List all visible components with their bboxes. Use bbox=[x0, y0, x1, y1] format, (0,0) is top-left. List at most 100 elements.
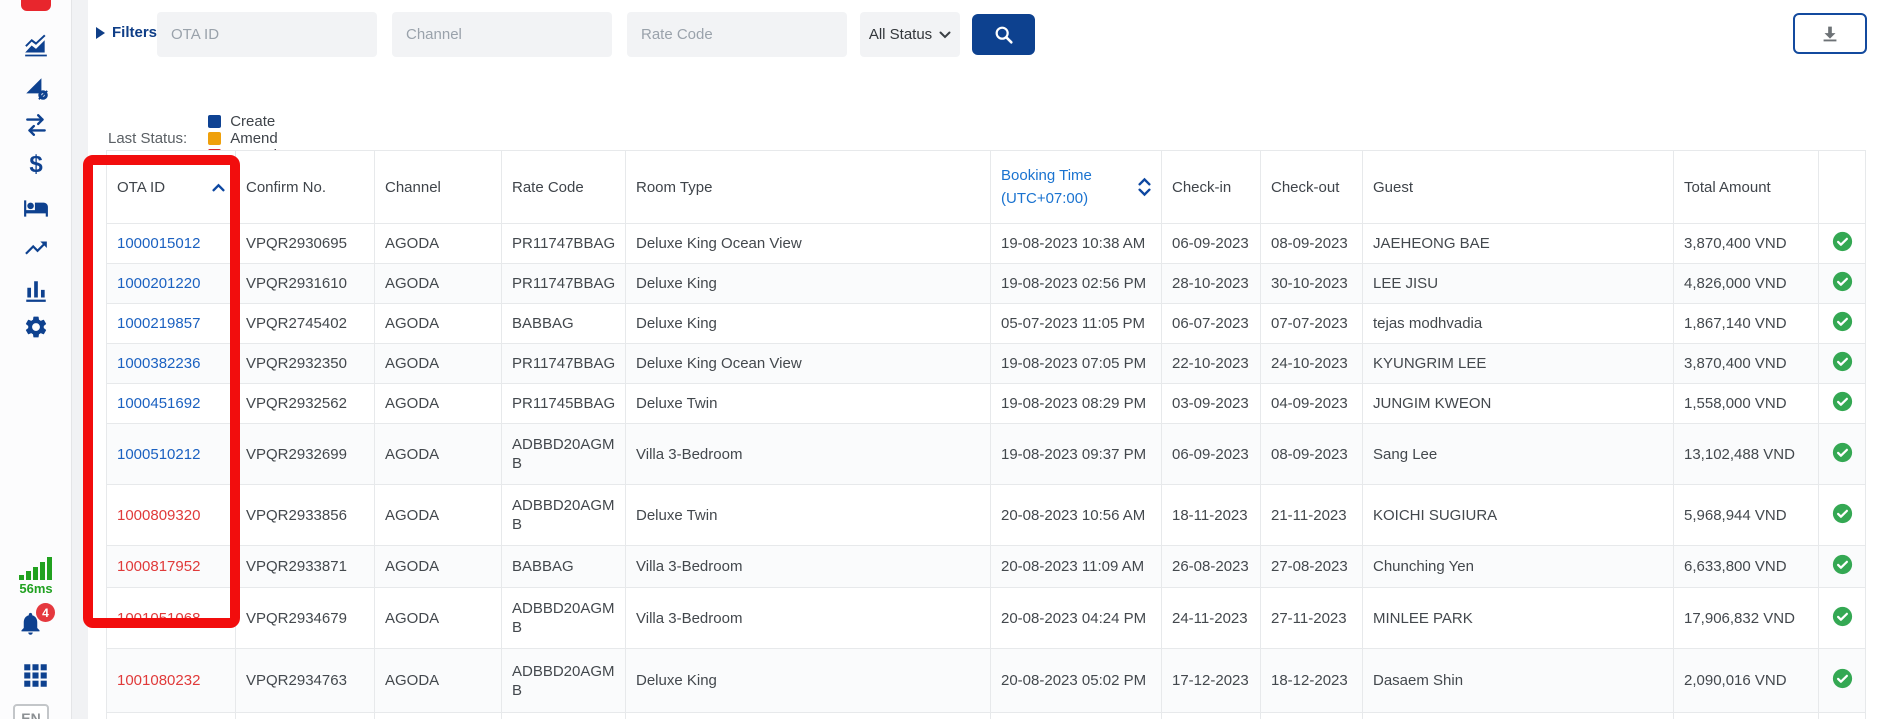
cell-room-type: Deluxe King bbox=[626, 264, 991, 304]
cell-check-out: 27-08-2023 bbox=[1261, 546, 1363, 588]
cell-rate-code: ADBBD20AGMB bbox=[502, 649, 626, 713]
table-row: 1001080232VPQR2934763AGODAADBBD20AGMBDel… bbox=[107, 649, 1866, 713]
confirmed-check-icon bbox=[1819, 485, 1866, 546]
analytics-settings-icon[interactable] bbox=[21, 73, 51, 103]
ota-id-link[interactable]: 1000510212 bbox=[117, 446, 200, 463]
confirmed-check-icon bbox=[1819, 264, 1866, 304]
cell-confirm-no: VPQR2745402 bbox=[236, 304, 375, 344]
bookings-table: OTA ID Confirm No. Channel Rate Code Roo… bbox=[106, 150, 1866, 719]
cell-channel: AGODA bbox=[375, 304, 502, 344]
cell-confirm-no: VPQR2932350 bbox=[236, 344, 375, 384]
cell-channel: AGODA bbox=[375, 649, 502, 713]
download-icon bbox=[1819, 23, 1841, 45]
dollar-icon[interactable]: $ bbox=[21, 150, 51, 180]
cell-room-type: Deluxe King bbox=[626, 649, 991, 713]
notifications-bell-icon[interactable]: 4 bbox=[17, 610, 57, 642]
settings-gear-icon[interactable] bbox=[21, 312, 51, 342]
search-button[interactable] bbox=[972, 14, 1035, 55]
header-check-out: Check-out bbox=[1261, 151, 1363, 224]
legend-item-label: Amend bbox=[230, 130, 278, 147]
cell-rate-code: PR11747BBAG bbox=[502, 344, 626, 384]
hotel-bed-icon[interactable] bbox=[21, 193, 51, 223]
partial-cell bbox=[991, 713, 1162, 719]
filters-label: Filters bbox=[112, 24, 157, 41]
cell-guest: LEE JISU bbox=[1363, 264, 1674, 304]
language-selector[interactable]: EN bbox=[13, 704, 49, 719]
header-rate-code: Rate Code bbox=[502, 151, 626, 224]
cell-check-in: 06-09-2023 bbox=[1162, 424, 1261, 485]
cell-booking-time: 19-08-2023 02:56 PM bbox=[991, 264, 1162, 304]
apps-grid-icon[interactable] bbox=[22, 662, 49, 694]
ota-id-link[interactable]: 1001080232 bbox=[117, 672, 200, 689]
ota-id-link[interactable]: 1000382236 bbox=[117, 355, 200, 372]
cell-check-out: 18-12-2023 bbox=[1261, 649, 1363, 713]
cell-channel: AGODA bbox=[375, 485, 502, 546]
ota-id-link[interactable]: 1000015012 bbox=[117, 235, 200, 252]
filters-toggle[interactable]: Filters bbox=[96, 24, 157, 41]
cell-booking-time: 05-07-2023 11:05 PM bbox=[991, 304, 1162, 344]
cell-check-in: 06-07-2023 bbox=[1162, 304, 1261, 344]
rate-code-input[interactable] bbox=[627, 12, 847, 57]
area-chart-icon[interactable] bbox=[21, 31, 51, 61]
cell-channel: AGODA bbox=[375, 264, 502, 304]
confirmed-check-icon bbox=[1819, 424, 1866, 485]
cell-channel: AGODA bbox=[375, 224, 502, 264]
partial-table-row bbox=[107, 713, 1866, 719]
cell-confirm-no: VPQR2934679 bbox=[236, 588, 375, 649]
ota-id-link[interactable]: 1001051068 bbox=[117, 610, 200, 627]
legend-label: Last Status: bbox=[108, 130, 187, 147]
transfer-arrows-icon[interactable] bbox=[21, 110, 51, 140]
cell-guest: Dasaem Shin bbox=[1363, 649, 1674, 713]
status-dropdown[interactable]: All Status bbox=[860, 12, 960, 57]
bar-chart-icon[interactable] bbox=[21, 276, 51, 306]
table-row: 1000015012VPQR2930695AGODAPR11747BBAGDel… bbox=[107, 224, 1866, 264]
cell-room-type: Deluxe Twin bbox=[626, 384, 991, 424]
filters-expand-icon bbox=[96, 27, 105, 39]
channel-input[interactable] bbox=[392, 12, 612, 57]
trending-up-icon[interactable] bbox=[21, 233, 51, 263]
cell-total-amount: 2,090,016 VND bbox=[1674, 649, 1819, 713]
cell-rate-code: ADBBD20AGMB bbox=[502, 588, 626, 649]
cell-room-type: Deluxe King Ocean View bbox=[626, 344, 991, 384]
cell-channel: AGODA bbox=[375, 424, 502, 485]
partial-cell bbox=[1261, 713, 1363, 719]
table-row: 1000201220VPQR2931610AGODAPR11747BBAGDel… bbox=[107, 264, 1866, 304]
ota-id-input[interactable] bbox=[157, 12, 377, 57]
download-button[interactable] bbox=[1793, 13, 1867, 54]
cell-check-in: 26-08-2023 bbox=[1162, 546, 1261, 588]
ota-id-link[interactable]: 1000451692 bbox=[117, 395, 200, 412]
cell-guest: JUNGIM KWEON bbox=[1363, 384, 1674, 424]
ota-id-link[interactable]: 1000219857 bbox=[117, 315, 200, 332]
cell-room-type: Deluxe Twin bbox=[626, 485, 991, 546]
cell-total-amount: 6,633,800 VND bbox=[1674, 546, 1819, 588]
cell-confirm-no: VPQR2931610 bbox=[236, 264, 375, 304]
ota-id-link[interactable]: 1000809320 bbox=[117, 507, 200, 524]
header-room-type: Room Type bbox=[626, 151, 991, 224]
ota-id-link[interactable]: 1000201220 bbox=[117, 275, 200, 292]
main-content: Filters All Status Last Status: CreateAm… bbox=[88, 0, 1892, 719]
cell-total-amount: 5,968,944 VND bbox=[1674, 485, 1819, 546]
cell-check-in: 17-12-2023 bbox=[1162, 649, 1261, 713]
cell-total-amount: 13,102,488 VND bbox=[1674, 424, 1819, 485]
cell-booking-time: 19-08-2023 08:29 PM bbox=[991, 384, 1162, 424]
ota-id-link[interactable]: 1000817952 bbox=[117, 558, 200, 575]
sidebar: $ 56ms 4 EN bbox=[0, 0, 72, 719]
cell-channel: AGODA bbox=[375, 344, 502, 384]
header-ota-id[interactable]: OTA ID bbox=[107, 151, 236, 224]
cell-rate-code: ADBBD20AGMB bbox=[502, 485, 626, 546]
header-booking-time[interactable]: Booking Time (UTC+07:00) bbox=[991, 151, 1162, 224]
cell-booking-time: 19-08-2023 09:37 PM bbox=[991, 424, 1162, 485]
cell-guest: Chunching Yen bbox=[1363, 546, 1674, 588]
cell-total-amount: 4,826,000 VND bbox=[1674, 264, 1819, 304]
confirmed-check-icon bbox=[1819, 546, 1866, 588]
latency-value: 56ms bbox=[0, 581, 72, 596]
cell-guest: JAEHEONG BAE bbox=[1363, 224, 1674, 264]
header-confirm-no: Confirm No. bbox=[236, 151, 375, 224]
header-channel: Channel bbox=[375, 151, 502, 224]
app-logo[interactable] bbox=[21, 0, 51, 11]
cell-confirm-no: VPQR2932699 bbox=[236, 424, 375, 485]
partial-cell bbox=[1363, 713, 1674, 719]
legend-color-swatch bbox=[208, 115, 221, 128]
partial-cell bbox=[502, 713, 626, 719]
cell-rate-code: BABBAG bbox=[502, 546, 626, 588]
